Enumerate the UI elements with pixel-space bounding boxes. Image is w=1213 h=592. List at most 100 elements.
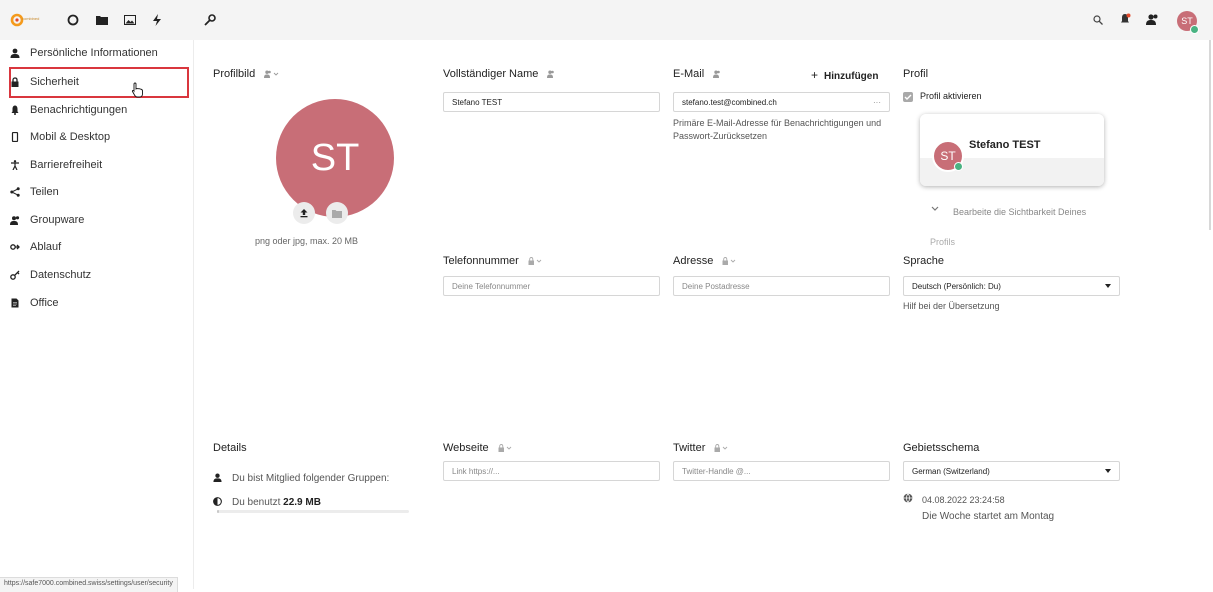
search-icon[interactable] <box>1092 14 1104 26</box>
sidebar-item-accessibility[interactable]: Barrierefreiheit <box>0 152 193 178</box>
visibility-contacts-icon[interactable] <box>264 70 280 79</box>
sidebar-item-label: Datenschutz <box>30 269 92 281</box>
profile-picture-heading: Profilbild <box>213 68 280 80</box>
status-online-dot <box>1190 25 1199 34</box>
checkmark-icon <box>904 94 912 100</box>
logo-text: combined <box>22 16 40 21</box>
twitter-heading: Twitter <box>673 442 728 454</box>
email-input[interactable]: stefano.test@combined.ch ··· <box>673 92 890 112</box>
dashboard-icon[interactable] <box>66 13 80 27</box>
bell-icon <box>0 105 30 115</box>
user-avatar-initials: ST <box>1181 16 1193 26</box>
upload-picture-button[interactable] <box>293 202 315 224</box>
card-name: Stefano TEST <box>969 139 1041 151</box>
plus-icon: + <box>811 68 819 82</box>
upload-icon <box>300 209 308 218</box>
more-options-icon[interactable]: ··· <box>873 98 881 107</box>
hand-cursor-icon <box>131 82 145 98</box>
sidebar-item-flow[interactable]: Ablauf <box>0 234 193 260</box>
sidebar-item-personal-info[interactable]: Persönliche Informationen <box>0 40 193 66</box>
lock-icon[interactable] <box>528 257 542 266</box>
contacts-icon[interactable] <box>1145 12 1159 26</box>
picture-format-hint: png oder jpg, max. 20 MB <box>255 236 359 246</box>
address-input[interactable]: Deine Postadresse <box>673 276 890 296</box>
translation-help-link[interactable]: Hilf bei der Übersetzung <box>903 300 1000 313</box>
sidebar-item-mobile-desktop[interactable]: Mobil & Desktop <box>0 124 193 150</box>
edit-visibility-link[interactable]: Bearbeite die Sichtbarkeit Deines <box>953 206 1086 219</box>
flow-icon <box>0 242 30 252</box>
language-heading: Sprache <box>903 255 944 267</box>
dropdown-arrow-icon <box>1105 284 1111 288</box>
address-heading: Adresse <box>673 255 736 267</box>
enable-profile-label[interactable]: Profil aktivieren <box>920 91 982 101</box>
group-icon <box>0 215 30 225</box>
locale-select[interactable]: German (Switzerland) <box>903 461 1120 481</box>
scrollbar[interactable] <box>1209 40 1211 230</box>
email-heading: E-Mail <box>673 68 723 80</box>
user-icon <box>0 48 30 58</box>
files-icon[interactable] <box>95 13 109 27</box>
locale-heading: Gebietsschema <box>903 442 980 454</box>
lock-icon[interactable] <box>498 444 512 453</box>
full-name-input[interactable]: Stefano TEST <box>443 92 660 112</box>
phone-input[interactable]: Deine Telefonnummer <box>443 276 660 296</box>
choose-from-files-button[interactable] <box>326 202 348 224</box>
group-icon <box>213 473 222 482</box>
week-start-text: Die Woche startet am Montag <box>922 511 1055 522</box>
document-icon <box>0 298 30 308</box>
status-bar-url: https://safe7000.combined.swiss/settings… <box>0 577 178 592</box>
chevron-down-icon[interactable] <box>931 206 939 212</box>
groups-membership-text: Du bist Mitglied folgender Gruppen: <box>232 473 390 484</box>
profile-avatar: ST <box>276 99 394 217</box>
add-email-button[interactable]: + Hinzufügen <box>811 68 878 82</box>
mobile-icon <box>0 132 30 142</box>
accessibility-icon <box>0 160 30 170</box>
sidebar-item-label: Mobil & Desktop <box>30 131 111 143</box>
storage-progress-bar <box>217 510 409 513</box>
email-description: Primäre E-Mail-Adresse für Benachrichtig… <box>673 118 882 141</box>
sidebar-item-privacy[interactable]: Datenschutz <box>0 262 193 288</box>
twitter-input[interactable]: Twitter-Handle @... <box>673 461 890 481</box>
sidebar-item-label: Ablauf <box>30 241 62 253</box>
photos-icon[interactable] <box>123 13 137 27</box>
activity-icon[interactable] <box>150 13 164 27</box>
folder-icon <box>332 209 342 218</box>
globe-icon <box>903 493 913 503</box>
profile-heading: Profil <box>903 68 929 80</box>
sidebar-item-office[interactable]: Office <box>0 290 193 316</box>
sidebar-item-groupware[interactable]: Groupware <box>0 207 193 233</box>
sidebar-item-label: Benachrichtigungen <box>30 104 128 116</box>
edit-visibility-link-cont[interactable]: Profils <box>930 236 955 249</box>
phone-heading: Telefonnummer <box>443 255 542 267</box>
language-select[interactable]: Deutsch (Persönlich: Du) <box>903 276 1120 296</box>
storage-progress-fill <box>217 510 219 513</box>
sidebar-item-label: Groupware <box>30 214 85 226</box>
sidebar-item-sharing[interactable]: Teilen <box>0 179 193 205</box>
enable-profile-checkbox[interactable] <box>903 92 913 102</box>
settings-key-icon[interactable] <box>203 13 217 27</box>
highlight-box <box>9 67 189 98</box>
notifications-icon[interactable] <box>1118 12 1132 26</box>
storage-icon <box>213 497 222 506</box>
lock-icon[interactable] <box>714 444 728 453</box>
details-heading: Details <box>213 442 247 454</box>
share-icon <box>0 187 30 197</box>
website-heading: Webseite <box>443 442 512 454</box>
storage-usage-text: Du benutzt 22.9 MB <box>232 497 321 508</box>
header-bar: combined ST <box>0 0 1213 40</box>
visibility-contacts-icon[interactable] <box>713 70 723 79</box>
profile-preview-card[interactable]: ST Stefano TEST <box>920 114 1104 186</box>
visibility-contacts-icon[interactable] <box>547 70 557 79</box>
website-input[interactable]: Link https://... <box>443 461 660 481</box>
dropdown-arrow-icon <box>1105 469 1111 473</box>
sidebar-item-label: Office <box>30 297 59 309</box>
sidebar-item-label: Persönliche Informationen <box>30 47 158 59</box>
sidebar-item-label: Teilen <box>30 186 59 198</box>
full-name-heading: Vollständiger Name <box>443 68 557 80</box>
sidebar-item-notifications[interactable]: Benachrichtigungen <box>0 97 193 123</box>
sidebar-item-label: Barrierefreiheit <box>30 159 103 171</box>
locale-datetime: 04.08.2022 23:24:58 <box>922 495 1005 505</box>
card-status-dot <box>954 162 963 171</box>
key-icon <box>0 270 30 280</box>
lock-icon[interactable] <box>722 257 736 266</box>
